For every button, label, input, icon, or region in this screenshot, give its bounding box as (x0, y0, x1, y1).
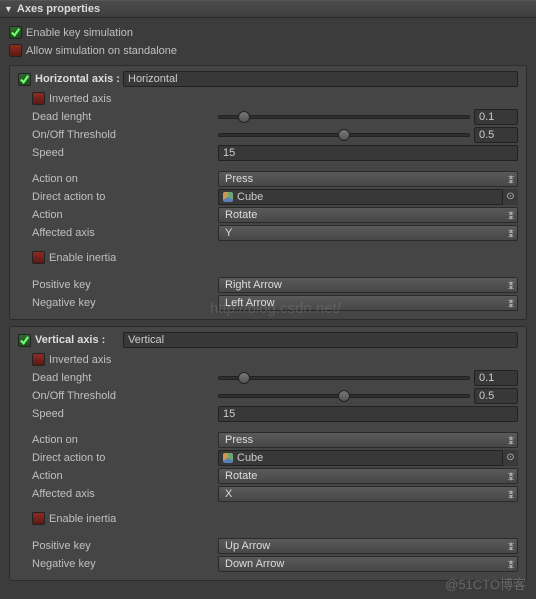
positive-key-label: Positive key (32, 279, 218, 291)
vertical-axis-section: Vertical axis : Vertical Inverted axis D… (9, 326, 527, 581)
negative-key-dropdown[interactable]: Down Arrow▴▾ (218, 556, 518, 572)
axis-name-field[interactable]: Horizontal (123, 71, 518, 87)
axis-title: Horizontal axis : (35, 73, 123, 85)
inverted-axis-label: Inverted axis (49, 354, 111, 366)
affected-axis-dropdown[interactable]: X▴▾ (218, 486, 518, 502)
dead-length-value[interactable]: 0.1 (474, 109, 518, 125)
positive-key-dropdown[interactable]: Right Arrow▴▾ (218, 277, 518, 293)
speed-field[interactable]: 15 (218, 406, 518, 422)
axis-name-field[interactable]: Vertical (123, 332, 518, 348)
positive-key-label: Positive key (32, 540, 218, 552)
enable-key-simulation-row: Enable key simulation (9, 24, 527, 41)
panel-header[interactable]: ▼ Axes properties (0, 0, 536, 18)
threshold-label: On/Off Threshold (32, 129, 218, 141)
axis-title: Vertical axis : (35, 334, 123, 346)
action-label: Action (32, 470, 218, 482)
affected-axis-dropdown[interactable]: Y▴▾ (218, 225, 518, 241)
dead-length-slider[interactable] (218, 115, 470, 119)
action-on-dropdown[interactable]: Press▴▾ (218, 171, 518, 187)
dead-length-slider[interactable] (218, 376, 470, 380)
enable-key-simulation-checkbox[interactable] (9, 26, 22, 39)
threshold-slider[interactable] (218, 394, 470, 398)
action-dropdown[interactable]: Rotate▴▾ (218, 468, 518, 484)
action-on-label: Action on (32, 173, 218, 185)
action-label: Action (32, 209, 218, 221)
action-on-label: Action on (32, 434, 218, 446)
negative-key-label: Negative key (32, 297, 218, 309)
axis-enabled-checkbox[interactable] (18, 73, 31, 86)
allow-standalone-row: Allow simulation on standalone (9, 42, 527, 59)
enable-inertia-checkbox[interactable] (32, 512, 45, 525)
enable-inertia-label: Enable inertia (49, 252, 116, 264)
threshold-label: On/Off Threshold (32, 390, 218, 402)
allow-standalone-label: Allow simulation on standalone (26, 45, 177, 57)
object-picker-icon[interactable]: ⊙ (502, 450, 518, 466)
enable-key-simulation-label: Enable key simulation (26, 27, 133, 39)
inverted-axis-label: Inverted axis (49, 93, 111, 105)
speed-field[interactable]: 15 (218, 145, 518, 161)
foldout-arrow-icon: ▼ (4, 4, 13, 14)
action-on-dropdown[interactable]: Press▴▾ (218, 432, 518, 448)
inverted-axis-checkbox[interactable] (32, 353, 45, 366)
negative-key-label: Negative key (32, 558, 218, 570)
negative-key-dropdown[interactable]: Left Arrow▴▾ (218, 295, 518, 311)
speed-label: Speed (32, 147, 218, 159)
threshold-value[interactable]: 0.5 (474, 388, 518, 404)
positive-key-dropdown[interactable]: Up Arrow▴▾ (218, 538, 518, 554)
object-picker-icon[interactable]: ⊙ (502, 189, 518, 205)
inverted-axis-checkbox[interactable] (32, 92, 45, 105)
affected-axis-label: Affected axis (32, 488, 218, 500)
dead-length-label: Dead lenght (32, 372, 218, 384)
dead-length-value[interactable]: 0.1 (474, 370, 518, 386)
dead-length-label: Dead lenght (32, 111, 218, 123)
panel-title: Axes properties (17, 3, 100, 15)
threshold-slider[interactable] (218, 133, 470, 137)
gameobject-icon (223, 453, 233, 463)
axis-enabled-checkbox[interactable] (18, 334, 31, 347)
direct-action-to-label: Direct action to (32, 452, 218, 464)
direct-action-to-field[interactable]: Cube ⊙ (218, 450, 518, 466)
direct-action-to-field[interactable]: Cube ⊙ (218, 189, 518, 205)
horizontal-axis-section: Horizontal axis : Horizontal Inverted ax… (9, 65, 527, 320)
speed-label: Speed (32, 408, 218, 420)
affected-axis-label: Affected axis (32, 227, 218, 239)
enable-inertia-checkbox[interactable] (32, 251, 45, 264)
direct-action-to-label: Direct action to (32, 191, 218, 203)
allow-standalone-checkbox[interactable] (9, 44, 22, 57)
action-dropdown[interactable]: Rotate▴▾ (218, 207, 518, 223)
enable-inertia-label: Enable inertia (49, 513, 116, 525)
gameobject-icon (223, 192, 233, 202)
threshold-value[interactable]: 0.5 (474, 127, 518, 143)
